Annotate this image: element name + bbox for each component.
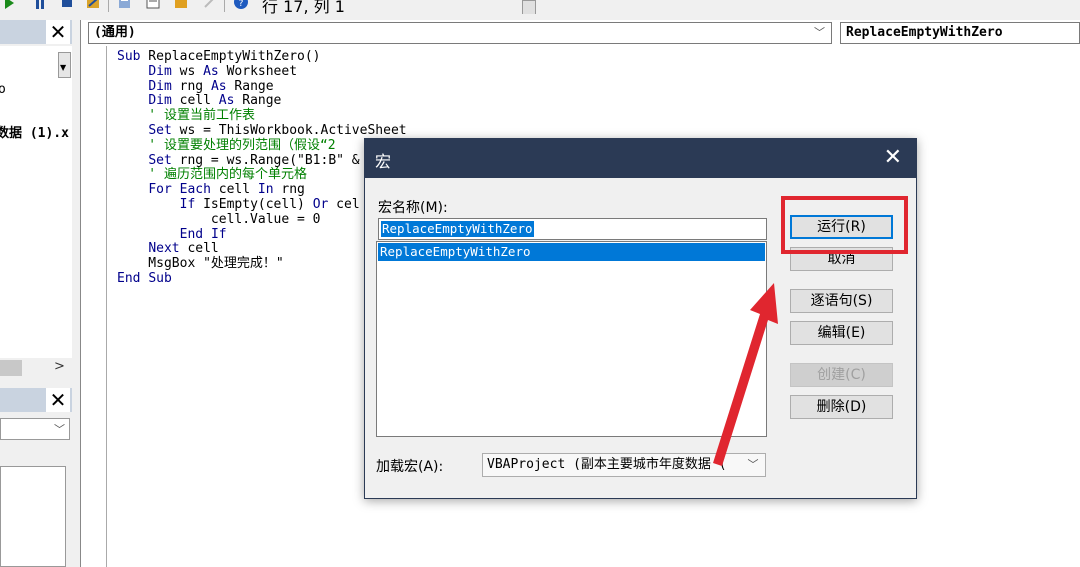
annotation-arrow-icon	[713, 283, 778, 466]
